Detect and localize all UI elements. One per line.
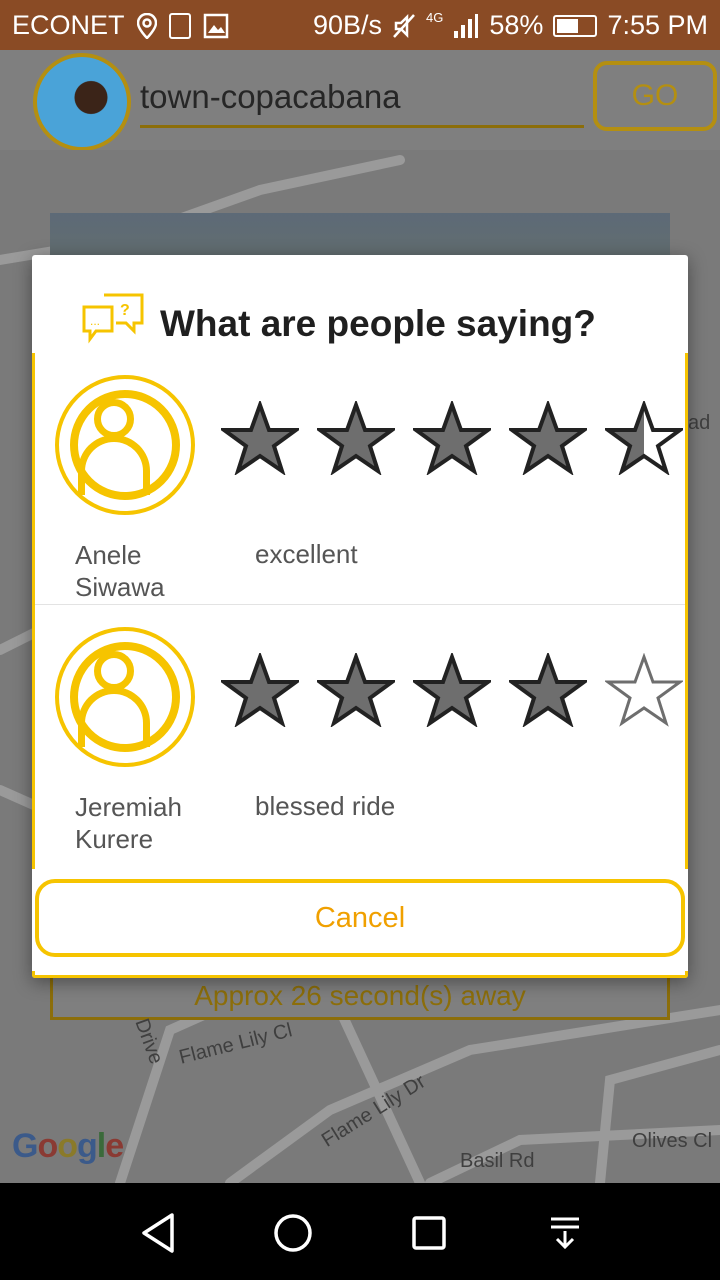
carrier-name: ECONET <box>12 10 125 40</box>
star-icon <box>605 401 683 475</box>
back-icon[interactable] <box>138 1211 182 1255</box>
star-icon <box>413 653 491 727</box>
mute-icon <box>393 13 415 38</box>
svg-text:...: ... <box>90 314 100 328</box>
star-rating <box>221 401 688 477</box>
recents-icon[interactable] <box>407 1211 451 1255</box>
dialog-header: ? ... What are people saying? <box>32 255 688 353</box>
reviews-dialog: ? ... What are people saying? Anele Siwa… <box>32 255 688 978</box>
cancel-button[interactable]: Cancel <box>35 879 685 957</box>
navigation-bar <box>0 1183 720 1280</box>
user-avatar-icon <box>55 375 195 515</box>
review-comment: blessed ride <box>255 791 396 821</box>
notification-icon <box>168 12 191 39</box>
map-label-road-fragment: ad <box>688 412 711 434</box>
reviewer-name: Anele Siwawa <box>75 540 165 602</box>
app-header: town-copacabana GO <box>0 50 720 151</box>
google-logo: Google <box>12 1127 124 1165</box>
network-type: 4G <box>426 10 444 25</box>
profile-avatar[interactable] <box>33 53 131 151</box>
battery-percent: 58% <box>489 10 544 40</box>
svg-text:?: ? <box>120 302 130 319</box>
chat-bubbles-icon: ? ... <box>82 293 144 344</box>
map-label-basil-rd: Basil Rd <box>460 1150 535 1172</box>
go-button[interactable]: GO <box>593 61 717 131</box>
star-icon <box>413 401 491 475</box>
eta-bar: Approx 26 second(s) away <box>50 972 670 1020</box>
network-speed: 90B/s <box>313 10 383 40</box>
review-item: Jeremiah Kurere blessed ride <box>35 605 685 857</box>
dialog-title: What are people saying? <box>160 303 596 344</box>
review-comment: excellent <box>255 539 358 569</box>
notification-pull-icon[interactable] <box>543 1211 587 1255</box>
reviewer-name: Jeremiah Kurere <box>75 792 182 854</box>
dialog-border <box>32 971 688 978</box>
location-icon <box>136 12 157 39</box>
home-icon[interactable] <box>271 1211 315 1255</box>
star-icon <box>317 653 395 727</box>
status-bar: ECONET 90B/s 4G 58% 7:55 PM <box>0 0 720 50</box>
review-item: Anele Siwawa excellent <box>35 353 685 605</box>
destination-input[interactable]: town-copacabana <box>140 72 584 128</box>
clock: 7:55 PM <box>607 10 708 40</box>
star-icon <box>221 653 299 727</box>
star-icon <box>317 401 395 475</box>
star-icon <box>605 653 683 727</box>
image-icon <box>203 13 228 38</box>
star-icon <box>509 401 587 475</box>
signal-icon <box>454 13 479 38</box>
battery-icon <box>553 14 598 37</box>
star-icon <box>221 401 299 475</box>
star-icon <box>509 653 587 727</box>
star-rating <box>221 653 688 729</box>
map-label-olives-cl: Olives Cl <box>632 1130 713 1152</box>
user-avatar-icon <box>55 627 195 767</box>
review-list: Anele Siwawa excellent Jeremiah Kurere b… <box>32 353 688 869</box>
